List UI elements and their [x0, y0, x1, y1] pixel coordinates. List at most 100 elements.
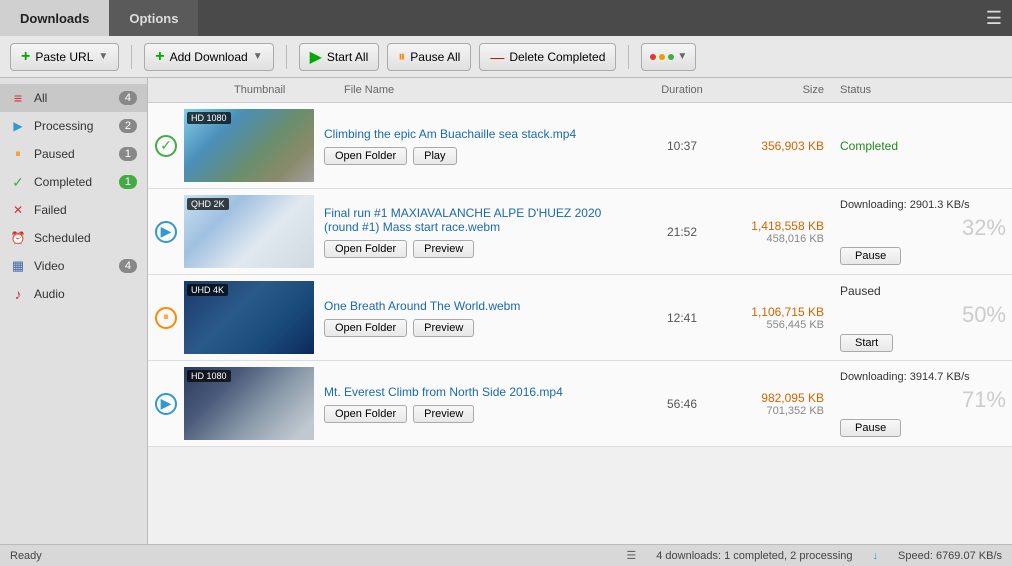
play-icon: ▶	[310, 47, 322, 67]
filename-2[interactable]: Final run #1 MAXIAVALANCHE ALPE D'HUEZ 2…	[324, 206, 632, 234]
sidebar-label-processing: Processing	[34, 119, 111, 133]
sidebar-label-video: Video	[34, 259, 111, 273]
delete-completed-label: Delete Completed	[509, 50, 605, 64]
thumb-label-2: QHD 2K	[187, 198, 229, 210]
status-icon-4: ▶	[148, 393, 184, 415]
sidebar-item-processing[interactable]: ▶ Processing 2	[0, 112, 147, 140]
status-icon-3: ⏸	[148, 307, 184, 329]
sidebar-item-video[interactable]: ▦ Video 4	[0, 252, 147, 280]
failed-icon: ✕	[10, 202, 26, 218]
preview-btn-3[interactable]: Preview	[413, 319, 474, 337]
sidebar-item-paused[interactable]: ⏸ Paused 1	[0, 140, 147, 168]
title-spacer	[198, 0, 976, 36]
download-row-4: ▶ HD 1080 Mt. Everest Climb from North S…	[148, 361, 1012, 446]
dot-green	[668, 54, 674, 60]
pause-btn-2[interactable]: Pause	[840, 247, 901, 265]
add-download-button[interactable]: + Add Download ▼	[144, 43, 273, 71]
size-1: 356,903 KB	[722, 139, 832, 153]
status-col-2: Downloading: 2901.3 KB/s 32% Pause	[832, 199, 1012, 265]
list-icon: ☰	[626, 549, 636, 562]
percent-4: 71%	[840, 387, 1012, 413]
dots-arrow: ▼	[677, 51, 687, 62]
add-download-arrow: ▼	[253, 51, 263, 62]
start-all-button[interactable]: ▶ Start All	[299, 43, 380, 71]
pause-all-button[interactable]: ⏸ Pause All	[387, 43, 471, 71]
sidebar-item-failed[interactable]: ✕ Failed	[0, 196, 147, 224]
item-actions-2: Open Folder Preview	[324, 240, 632, 258]
processing-icon: ▶	[10, 118, 26, 134]
item-info-4: Mt. Everest Climb from North Side 2016.m…	[314, 381, 642, 427]
header-thumbnail: Thumbnail	[184, 84, 344, 96]
sidebar-label-audio: Audio	[34, 287, 137, 301]
filename-1[interactable]: Climbing the epic Am Buachaille sea stac…	[324, 127, 632, 141]
item-actions-1: Open Folder Play	[324, 147, 632, 165]
duration-2: 21:52	[642, 225, 722, 239]
size-main-2: 1,418,558 KB	[722, 219, 824, 233]
main-area: ≡ All 4 ▶ Processing 2 ⏸ Paused 1 ✓ Comp…	[0, 78, 1012, 544]
filename-3[interactable]: One Breath Around The World.webm	[324, 299, 632, 313]
sidebar-badge-processing: 2	[119, 119, 137, 133]
sidebar-item-completed[interactable]: ✓ Completed 1	[0, 168, 147, 196]
download-row-3: ⏸ UHD 4K One Breath Around The World.web…	[148, 275, 1012, 360]
sidebar-item-all[interactable]: ≡ All 4	[0, 84, 147, 112]
separator-3	[628, 45, 629, 69]
dot-red	[650, 54, 656, 60]
open-folder-btn-4[interactable]: Open Folder	[324, 405, 407, 423]
size-sub-2: 458,016 KB	[722, 233, 824, 245]
menu-button[interactable]: ☰	[976, 0, 1012, 36]
paused-icon: ⏸	[10, 146, 26, 162]
completed-icon: ✓	[10, 174, 26, 190]
delete-completed-button[interactable]: — Delete Completed	[479, 43, 616, 71]
tab-options[interactable]: Options	[109, 0, 198, 36]
sidebar-item-scheduled[interactable]: ⏰ Scheduled	[0, 224, 147, 252]
status-text-1: Completed	[840, 139, 1012, 153]
open-folder-btn-3[interactable]: Open Folder	[324, 319, 407, 337]
paste-url-button[interactable]: + Paste URL ▼	[10, 43, 119, 71]
item-info-3: One Breath Around The World.webm Open Fo…	[314, 295, 642, 341]
more-options-button[interactable]: ▼	[641, 43, 696, 71]
size-2: 1,418,558 KB 458,016 KB	[722, 219, 832, 245]
video-icon: ▦	[10, 258, 26, 274]
status-text-2: Downloading: 2901.3 KB/s	[840, 199, 1012, 211]
duration-4: 56:46	[642, 397, 722, 411]
download-item-4: ▶ HD 1080 Mt. Everest Climb from North S…	[148, 361, 1012, 447]
sidebar-badge-video: 4	[119, 259, 137, 273]
downloads-info: 4 downloads: 1 completed, 2 processing	[656, 550, 852, 562]
item-actions-3: Open Folder Preview	[324, 319, 632, 337]
status-icon-2: ▶	[148, 221, 184, 243]
download-row-2: ▶ QHD 2K Final run #1 MAXIAVALANCHE ALPE…	[148, 189, 1012, 274]
pause-icon: ⏸	[398, 48, 405, 65]
add-icon: +	[155, 48, 164, 66]
preview-btn-4[interactable]: Preview	[413, 405, 474, 423]
downloading-status-icon-4: ▶	[155, 393, 177, 415]
status-bar: Ready ☰ 4 downloads: 1 completed, 2 proc…	[0, 544, 1012, 566]
ready-text: Ready	[10, 550, 42, 562]
filename-4[interactable]: Mt. Everest Climb from North Side 2016.m…	[324, 385, 632, 399]
pause-btn-4[interactable]: Pause	[840, 419, 901, 437]
start-all-label: Start All	[327, 50, 368, 64]
header-size: Size	[722, 84, 832, 96]
size-sub-4: 701,352 KB	[722, 405, 824, 417]
completed-status-icon: ✓	[155, 135, 177, 157]
open-folder-btn-1[interactable]: Open Folder	[324, 147, 407, 165]
separator-1	[131, 45, 132, 69]
item-actions-4: Open Folder Preview	[324, 405, 632, 423]
item-info-2: Final run #1 MAXIAVALANCHE ALPE D'HUEZ 2…	[314, 202, 642, 262]
preview-btn-2[interactable]: Preview	[413, 240, 474, 258]
sidebar-label-completed: Completed	[34, 175, 111, 189]
sidebar-badge-completed: 1	[119, 175, 137, 189]
audio-icon: ♪	[10, 286, 26, 302]
sidebar-label-all: All	[34, 91, 111, 105]
content-area: Thumbnail File Name Duration Size Status…	[148, 78, 1012, 544]
sidebar-item-audio[interactable]: ♪ Audio	[0, 280, 147, 308]
start-btn-3[interactable]: Start	[840, 334, 893, 352]
open-folder-btn-2[interactable]: Open Folder	[324, 240, 407, 258]
thumb-image-3: UHD 4K	[184, 281, 314, 354]
add-download-label: Add Download	[170, 50, 248, 64]
tab-downloads[interactable]: Downloads	[0, 0, 109, 36]
thumbnail-1: HD 1080	[184, 109, 314, 182]
speed-icon: ↓	[873, 550, 879, 562]
play-btn-1[interactable]: Play	[413, 147, 456, 165]
duration-3: 12:41	[642, 311, 722, 325]
paste-url-arrow: ▼	[98, 51, 108, 62]
